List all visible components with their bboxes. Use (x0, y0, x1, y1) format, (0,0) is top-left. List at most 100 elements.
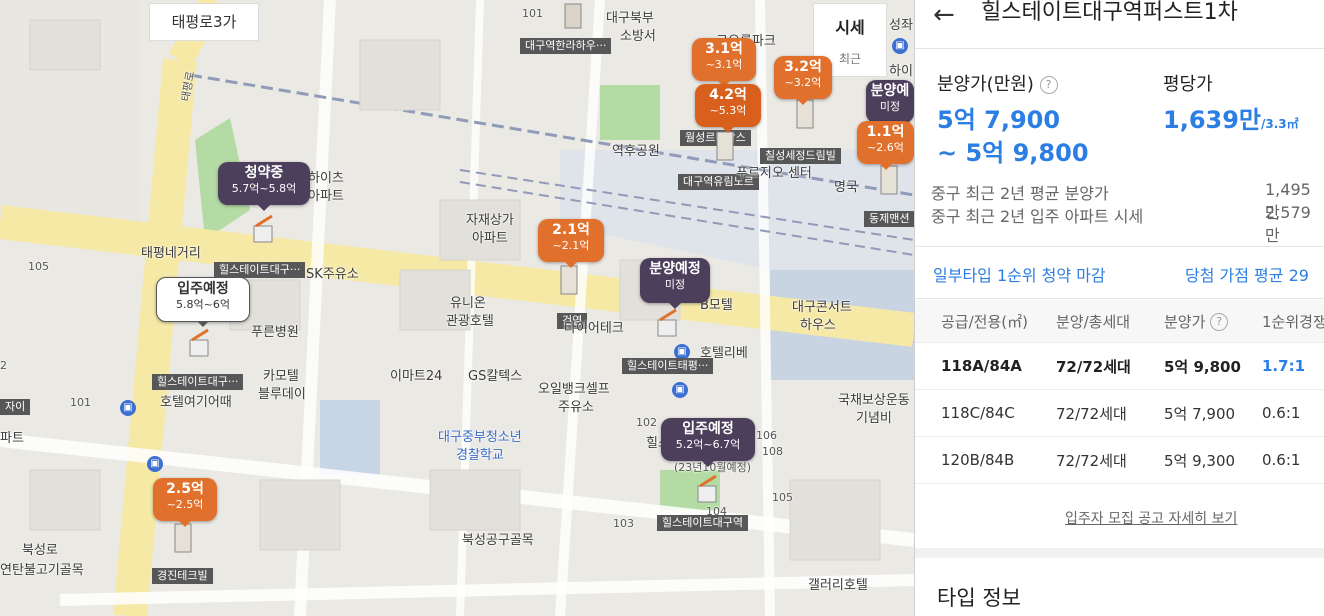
complex-label[interactable]: 힐스테이트대구역 (657, 515, 748, 531)
map-label: 하우스 (800, 318, 836, 333)
map-label: 소방서 (620, 29, 656, 44)
sale-price-max: ~ 5억 9,800 (937, 139, 1089, 167)
map-label: 102 (636, 416, 657, 429)
apartment-crane-icon[interactable] (654, 306, 680, 338)
location-box[interactable]: 태평로3가 (149, 3, 259, 41)
map-label: 북성공구골목 (462, 533, 534, 548)
map-label: 블루데이 (258, 387, 306, 402)
building-icon[interactable] (556, 264, 582, 296)
supply-table: 공급/전용(㎡) 분양/총세대 분양가 ? 1순위경쟁 118A/84A 72/… (915, 300, 1324, 484)
table-row[interactable]: 118C/84C 72/72세대 5억 7,900 0.6:1 (915, 389, 1324, 437)
map-label: 푸르지오 센터 (736, 166, 812, 181)
table-header: 공급/전용(㎡) (915, 300, 1056, 343)
map-label: GS칼텍스 (468, 369, 523, 384)
pin-sub: ~2.6억 (867, 141, 904, 154)
recruitment-notice-link[interactable]: 입주자 모집 공고 자세히 보기 (1065, 508, 1237, 528)
bus-stop-icon[interactable]: ▣ (120, 400, 136, 416)
pin-sub: 미정 (664, 278, 686, 291)
map-label: 103 (613, 517, 634, 530)
help-icon[interactable]: ? (1210, 313, 1229, 331)
price-pin[interactable]: 3.2억 ~3.2억 (774, 56, 832, 105)
notice-avg-score[interactable]: 당첨 가점 평균 29 (1185, 262, 1309, 286)
status-pin[interactable]: 분양예 미정 (866, 80, 914, 129)
price-pin[interactable]: 2.1억 ~2.1억 (538, 219, 604, 268)
map-label: 호텔여기어때 (160, 395, 232, 410)
complex-title: 힐스테이트대구역퍼스트1차 (981, 0, 1238, 25)
building-icon[interactable] (712, 130, 738, 162)
price-pin[interactable]: 3.1억 ~3.1억 (692, 38, 756, 87)
map-label: 이마트24 (390, 369, 443, 384)
status-pin[interactable]: 입주예정 5.8억~6억 (156, 277, 250, 327)
pyeong-price-unit: /3.3㎡ (1261, 117, 1299, 131)
table-cell: 120B/84B (915, 436, 1056, 484)
pin-main: 4.2억 (709, 87, 747, 103)
price-pin[interactable]: 4.2억 ~5.3억 (695, 84, 761, 133)
map-label: 오일뱅크셀프 (538, 382, 610, 397)
pyeong-price-value: 1,639만 (1163, 106, 1261, 134)
back-arrow-icon[interactable]: ← (933, 2, 955, 28)
map-label: 자재상가 (466, 213, 514, 228)
status-pin[interactable]: 청약중 5.7억~5.8억 (218, 162, 310, 211)
apartment-crane-icon[interactable] (186, 326, 212, 358)
sale-price-min: 5억 7,900 (937, 106, 1061, 134)
table-header: 1순위경쟁 (1262, 300, 1324, 343)
map-building-label[interactable]: 경진테크빌 (152, 568, 213, 584)
map-building-label[interactable]: 자이 (0, 399, 31, 415)
table-cell: 118A/84A (915, 342, 1056, 390)
map-label: 아파트 (308, 189, 344, 204)
table-cell: 0.6:1 (1262, 436, 1324, 484)
table-row[interactable]: 118A/84A 72/72세대 5억 9,800 1.7:1 (915, 342, 1324, 390)
status-pin[interactable]: 분양예정 미정 (640, 258, 710, 309)
pin-main: 3.1억 (705, 41, 743, 57)
table-cell: 0.6:1 (1262, 389, 1324, 437)
map-view[interactable]: 태평로3가 시세 최근 101 대구북부 소방서 대구역한라하우··· 코오롱파… (0, 0, 914, 616)
map-building-label[interactable]: 칠성세정드림빌 (760, 148, 841, 164)
map-label: 아파트 (472, 231, 508, 246)
stat-label: 중구 최근 2년 입주 아파트 시세 (931, 207, 1144, 226)
divider (915, 298, 1324, 299)
section-separator (915, 548, 1324, 558)
table-cell: 72/72세대 (1056, 389, 1164, 437)
pyeong-price: 1,639만/3.3㎡ (1163, 100, 1299, 135)
table-cell: 72/72세대 (1056, 342, 1164, 390)
map-label: 명국 (834, 180, 858, 195)
map-label: 106 (756, 429, 777, 442)
map-label: 하이츠 (308, 171, 344, 186)
table-cell: 72/72세대 (1056, 436, 1164, 484)
stat-value: 2,579만 (1265, 203, 1311, 245)
complex-label[interactable]: 힐스테이트대구··· (214, 262, 306, 278)
notice-first-rank[interactable]: 일부타입 1순위 청약 마감 (933, 262, 1106, 286)
map-label: 대구콘서트 (792, 300, 852, 315)
bus-stop-icon[interactable]: ▣ (892, 38, 908, 54)
pin-sub: 미정 (879, 100, 901, 113)
map-building-label[interactable]: 동제맨션 (864, 211, 914, 227)
map-label: 경찰학교 (456, 448, 504, 463)
complex-label[interactable]: 힐스테이트태평··· (622, 358, 714, 374)
apartment-crane-icon[interactable] (250, 212, 276, 244)
building-icon[interactable] (560, 0, 586, 32)
price-pin[interactable]: 2.5억 ~2.5억 (153, 478, 217, 527)
bus-stop-icon[interactable]: ▣ (147, 456, 163, 472)
map-label: 관광호텔 (446, 314, 494, 329)
pin-main: 입주예정 (682, 421, 734, 437)
help-icon[interactable]: ? (1039, 76, 1058, 94)
table-header-text: 분양가 (1164, 312, 1206, 331)
table-row[interactable]: 120B/84B 72/72세대 5억 9,300 0.6:1 (915, 436, 1324, 484)
pin-sub: ~3.2억 (784, 76, 822, 89)
bus-stop-icon[interactable]: ▣ (672, 382, 688, 398)
price-pin[interactable]: 1.1억 ~2.6억 (857, 121, 914, 170)
pin-main: 2.5억 (166, 481, 204, 497)
sise-title: 시세 (835, 18, 865, 37)
pin-main: 2.1억 (552, 222, 590, 238)
apartment-crane-icon[interactable] (694, 472, 720, 504)
complex-label[interactable]: 힐스테이트대구··· (152, 374, 244, 390)
map-label: 태평네거리 (141, 246, 201, 261)
pin-sub: 5.8억~6억 (176, 298, 230, 311)
table-cell: 1.7:1 (1262, 342, 1324, 390)
map-building-label[interactable]: 대구역한라하우··· (520, 38, 612, 54)
stat-label: 중구 최근 2년 평균 분양가 (931, 184, 1109, 203)
map-label: 2 (0, 359, 7, 372)
status-pin[interactable]: 입주예정 5.2억~6.7억 (661, 418, 755, 467)
pin-main: 3.2억 (784, 59, 822, 75)
map-label: 성좌 (889, 18, 913, 33)
